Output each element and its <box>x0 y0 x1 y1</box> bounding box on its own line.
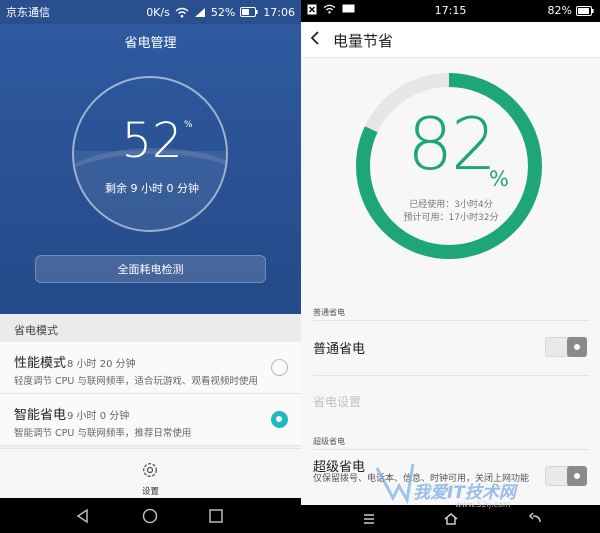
menu-icon[interactable] <box>361 511 377 527</box>
mode-description: 轻度调节 CPU 与联网频率，适合玩游戏、观看视频时使用 <box>14 376 258 387</box>
super-saving-toggle[interactable] <box>545 466 587 486</box>
page-title: 省电管理 <box>124 36 177 51</box>
battery-percent: 82% <box>547 4 572 17</box>
status-bar: 京东通信 0K/s 52% 17:06 <box>0 0 301 24</box>
mode-smart-saving[interactable]: 智能省电 9 小时 0 分钟 智能调节 CPU 与联网频率，推荐日常使用 <box>0 394 301 446</box>
clock: 17:06 <box>263 5 295 19</box>
android-nav-bar <box>301 505 600 533</box>
battery-percent-large: 52 <box>121 113 183 169</box>
status-bar: 17:15 82% <box>301 0 600 22</box>
gear-icon <box>143 463 157 477</box>
used-time: 已经使用：3小时4分 <box>409 200 493 210</box>
battery-percent-large: 82 <box>407 102 497 186</box>
percent-sign: % <box>184 120 193 130</box>
mode-radio-button-selected[interactable] <box>271 411 288 428</box>
power-mode-section-title: 省电模式 <box>0 314 301 342</box>
back-triangle-icon[interactable] <box>74 507 92 525</box>
remaining-time: 剩余 9 小时 0 分钟 <box>105 182 199 195</box>
network-speed: 0K/s <box>146 5 170 19</box>
watermark-logo-icon <box>375 463 415 504</box>
normal-saving-label: 普通省电 <box>313 342 366 357</box>
chevron-left-icon <box>310 31 319 45</box>
left-phone-screen: 京东通信 0K/s 52% 17:06 省电管理 52 % 剩余 9 小时 0 … <box>0 0 301 533</box>
wifi-icon <box>175 7 189 17</box>
settings-label: 设置 <box>141 487 159 497</box>
power-settings-item-disabled[interactable]: 省电设置 <box>313 393 361 410</box>
battery-hero-panel: 省电管理 52 % 剩余 9 小时 0 分钟 全面耗电检测 <box>0 24 301 314</box>
mode-time: 8 小时 20 分钟 <box>67 359 136 370</box>
full-power-check-button[interactable]: 全面耗电检测 <box>35 255 266 283</box>
battery-level-ring: 52 % 剩余 9 小时 0 分钟 <box>72 76 228 232</box>
mode-name: 智能省电 <box>14 408 67 423</box>
carrier-label: 京东通信 <box>6 6 50 19</box>
signal-icon <box>194 7 205 17</box>
home-icon[interactable] <box>443 511 459 527</box>
app-header: 电量节省 <box>301 22 600 58</box>
toggle-knob <box>567 337 587 357</box>
toggle-knob <box>567 466 587 486</box>
recents-square-icon[interactable] <box>207 507 225 525</box>
percent-sign: % <box>489 167 509 191</box>
settings-button[interactable]: 设置 <box>0 448 301 498</box>
super-saving-section-title: 超级省电 <box>313 437 345 446</box>
home-circle-icon[interactable] <box>141 507 159 525</box>
battery-percent: 52% <box>210 5 236 19</box>
mode-radio-button[interactable] <box>271 359 288 376</box>
normal-saving-toggle[interactable] <box>545 337 587 357</box>
mode-performance[interactable]: 性能模式 8 小时 20 分钟 轻度调节 CPU 与联网频率，适合玩游戏、观看视… <box>0 342 301 394</box>
divider <box>313 375 589 376</box>
available-time: 预计可用：17小时32分 <box>403 213 499 223</box>
right-phone-screen: 17:15 82% 电量节省 82 % 已经使用：3小时4分 预计可用：17小时… <box>301 0 600 533</box>
back-arrow-icon[interactable] <box>527 511 543 527</box>
normal-saving-section-title: 普通省电 <box>313 308 345 317</box>
watermark-url: www.52ij.com <box>455 500 511 509</box>
mode-name: 性能模式 <box>14 356 67 371</box>
page-title: 电量节省 <box>333 32 394 50</box>
mode-description: 智能调节 CPU 与联网频率，推荐日常使用 <box>14 428 192 439</box>
divider <box>313 320 589 321</box>
battery-icon <box>576 5 594 16</box>
mode-time: 9 小时 0 分钟 <box>67 411 130 422</box>
android-nav-bar <box>0 498 301 533</box>
battery-icon <box>240 7 258 17</box>
divider <box>313 449 589 450</box>
back-button[interactable] <box>309 29 321 52</box>
